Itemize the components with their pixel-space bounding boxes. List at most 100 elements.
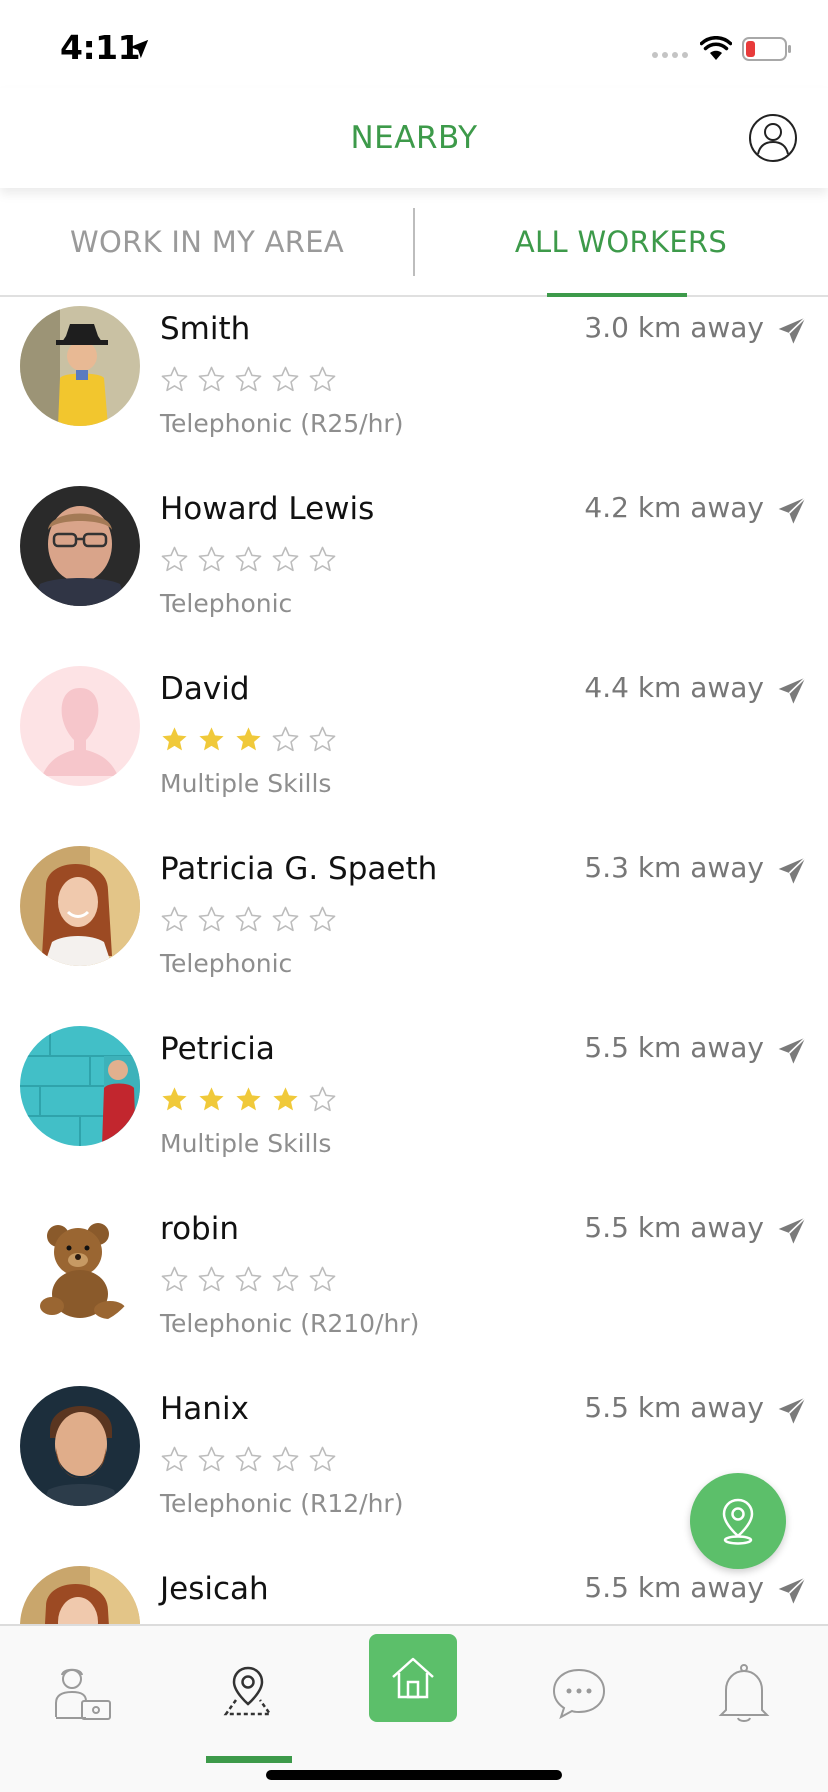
page-title: NEARBY (350, 120, 478, 156)
star-rating (160, 905, 337, 934)
star-rating (160, 725, 337, 754)
map-pin-icon (722, 1498, 754, 1545)
star-empty-icon (198, 366, 225, 392)
wifi-icon (700, 36, 732, 60)
star-filled-icon (162, 1087, 187, 1111)
nav-notifications[interactable] (699, 1648, 789, 1738)
star-empty-icon (161, 1266, 188, 1292)
star-empty-icon (272, 366, 299, 392)
map-pin-icon (223, 1666, 273, 1716)
star-empty-icon (309, 546, 336, 572)
avatar (20, 1026, 140, 1146)
active-tab-indicator (547, 293, 687, 297)
worker-distance: 5.3 km away (584, 851, 764, 884)
star-empty-icon (198, 1266, 225, 1292)
nav-nearby-map[interactable] (203, 1648, 293, 1738)
star-empty-icon (235, 1266, 262, 1292)
star-rating (160, 1085, 337, 1114)
star-empty-icon (161, 1446, 188, 1472)
battery-icon (742, 37, 791, 61)
navigate-arrow-icon[interactable] (776, 315, 808, 347)
worker-skill: Telephonic (160, 949, 293, 978)
worker-distance: 5.5 km away (584, 1211, 764, 1244)
navigate-arrow-icon[interactable] (776, 495, 808, 527)
bottom-nav (0, 1624, 828, 1792)
avatar-photo (20, 1566, 140, 1624)
worker-distance: 4.4 km away (584, 671, 764, 704)
navigate-arrow-icon[interactable] (776, 1575, 808, 1607)
star-rating (160, 365, 337, 394)
avatar-photo (20, 1026, 140, 1146)
map-location-button[interactable] (690, 1473, 786, 1569)
star-empty-icon (309, 906, 336, 932)
worker-name: David (160, 671, 250, 707)
worker-distance: 5.5 km away (584, 1571, 764, 1604)
worker-list-item[interactable]: Patricia G. Spaeth 5.3 km away Telephonic (0, 839, 828, 1019)
worker-name: robin (160, 1211, 239, 1247)
app-header: NEARBY (0, 88, 828, 188)
avatar (20, 306, 140, 426)
star-filled-icon (199, 1087, 224, 1111)
worker-skill: Telephonic (R25/hr) (160, 409, 404, 438)
tab-work-in-my-area[interactable]: WORK IN MY AREA (0, 188, 414, 295)
worker-list-item[interactable]: Howard Lewis 4.2 km away Telephonic (0, 479, 828, 659)
worker-skill: Telephonic (R210/hr) (160, 1309, 420, 1338)
worker-skill: Telephonic (R12/hr) (160, 1489, 404, 1518)
star-empty-icon (309, 1446, 336, 1472)
avatar-placeholder (20, 666, 140, 786)
star-empty-icon (309, 366, 336, 392)
star-empty-icon (272, 1266, 299, 1292)
tab-all-workers[interactable]: ALL WORKERS (414, 188, 828, 295)
tab-bar: WORK IN MY AREA ALL WORKERS (0, 188, 828, 297)
bell-icon (718, 1664, 770, 1722)
worker-name: Howard Lewis (160, 491, 375, 527)
worker-skill: Telephonic (160, 589, 293, 618)
star-empty-icon (272, 1446, 299, 1472)
worker-name: Petricia (160, 1031, 275, 1067)
worker-distance: 5.5 km away (584, 1031, 764, 1064)
star-empty-icon (235, 906, 262, 932)
star-empty-icon (161, 366, 188, 392)
star-empty-icon (309, 726, 336, 752)
navigate-arrow-icon[interactable] (776, 855, 808, 887)
star-empty-icon (161, 546, 188, 572)
worker-list-item[interactable]: Smith 3.0 km away Telephonic (R25/hr) (0, 299, 828, 479)
star-empty-icon (235, 1446, 262, 1472)
avatar-photo (20, 486, 140, 606)
star-filled-icon (199, 727, 224, 751)
worker-list-item[interactable]: Petricia 5.5 km away Multiple Skills (0, 1019, 828, 1199)
nav-messages[interactable] (534, 1648, 624, 1738)
home-icon (392, 1657, 434, 1699)
worker-name: Jesicah (160, 1571, 269, 1607)
star-rating (160, 1265, 337, 1294)
worker-name: Hanix (160, 1391, 249, 1427)
star-empty-icon (198, 1446, 225, 1472)
worker-list-item[interactable]: David 4.4 km away Multiple Skills (0, 659, 828, 839)
star-filled-icon (162, 727, 187, 751)
star-filled-icon (236, 727, 261, 751)
location-arrow-icon (129, 39, 149, 59)
worker-distance: 5.5 km away (584, 1391, 764, 1424)
worker-distance: 4.2 km away (584, 491, 764, 524)
avatar-photo (20, 1386, 140, 1506)
avatar (20, 1386, 140, 1506)
nav-home[interactable] (369, 1634, 457, 1722)
navigate-arrow-icon[interactable] (776, 1215, 808, 1247)
worker-list: Smith 3.0 km away Telephonic (R25/hr) Howar… (0, 299, 828, 1624)
star-rating (160, 545, 337, 574)
avatar (20, 666, 140, 786)
worker-list-item[interactable]: robin 5.5 km away Telephonic (R210/hr) (0, 1199, 828, 1379)
star-filled-icon (273, 1087, 298, 1111)
navigate-arrow-icon[interactable] (776, 1395, 808, 1427)
navigate-arrow-icon[interactable] (776, 1035, 808, 1067)
star-empty-icon (309, 1266, 336, 1292)
nav-worker-profile[interactable] (38, 1648, 128, 1738)
avatar (20, 486, 140, 606)
navigate-arrow-icon[interactable] (776, 675, 808, 707)
worker-list-item[interactable]: Jesicah 5.5 km away (0, 1559, 828, 1624)
star-empty-icon (198, 906, 225, 932)
star-empty-icon (235, 546, 262, 572)
star-empty-icon (161, 906, 188, 932)
signal-icon (652, 52, 688, 58)
user-profile-icon[interactable] (748, 113, 798, 163)
